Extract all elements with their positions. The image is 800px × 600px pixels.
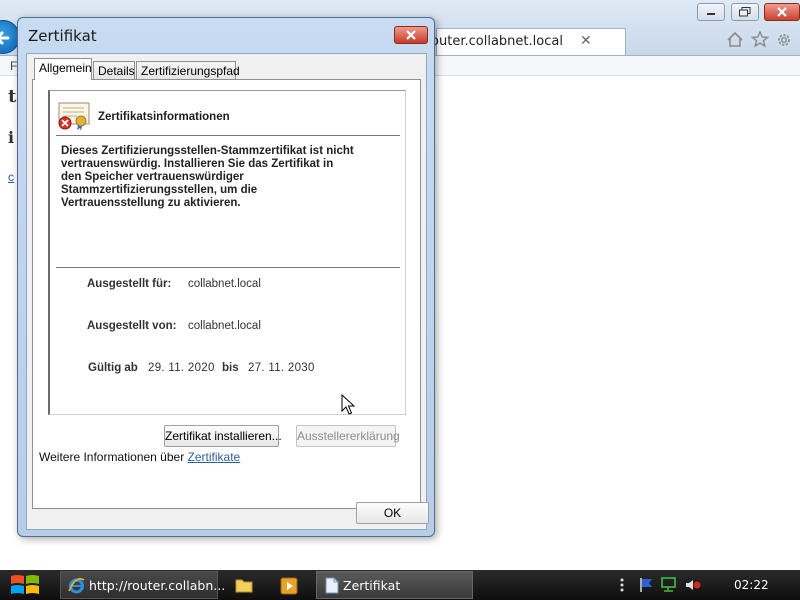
valid-from-label: Gültig ab: [88, 362, 138, 374]
gear-icon[interactable]: [775, 31, 793, 49]
warning-line: den Speicher vertrauenswürdiger: [61, 171, 244, 183]
folder-icon: [235, 579, 253, 593]
dialog-body: Allgemein Details Zertifizierungspfad Ze…: [26, 53, 429, 530]
tab-close-icon[interactable]: ✕: [580, 32, 592, 49]
mouse-pointer-icon: [341, 394, 355, 415]
issuer-statement-button: Ausstellererklärung: [296, 425, 400, 447]
divider: [56, 135, 400, 136]
browser-tab-title: router.collabnet.local: [426, 34, 563, 49]
tab-panel-allgemein: Zertifikatsinformationen Dieses Zertifiz…: [32, 79, 421, 509]
trust-warning-text: Dieses Zertifizierungsstellen-Stammzerti…: [61, 145, 391, 210]
minimize-icon: [707, 13, 715, 15]
browser-close-button[interactable]: [764, 3, 800, 21]
restore-icon: [739, 7, 751, 17]
warning-line: Stammzertifizierungsstellen, um die: [61, 184, 258, 196]
dialog-title: Zertifikat: [28, 27, 97, 45]
issued-to-value: collabnet.local: [188, 278, 261, 290]
certificate-info-heading: Zertifikatsinformationen: [98, 111, 230, 123]
star-icon[interactable]: [751, 31, 769, 48]
action-center-flag-icon[interactable]: [638, 577, 654, 593]
issued-by-value: collabnet.local: [188, 320, 261, 332]
system-clock[interactable]: 02:22: [734, 578, 769, 592]
internet-explorer-icon: [68, 578, 85, 594]
more-info-label: Weitere Informationen über: [39, 450, 188, 464]
close-icon: [777, 7, 787, 17]
taskbar-certificate-label: Zertifikat: [343, 578, 401, 593]
page-link-fragment[interactable]: c: [8, 170, 14, 184]
taskbar: http://router.collabn... Zertifikat: [0, 570, 800, 600]
certificate-dialog: Zertifikat Allgemein Details Zertifizier…: [17, 17, 435, 537]
tab-zertifizierungspfad[interactable]: Zertifizierungspfad: [136, 61, 240, 80]
certificate-error-icon: [58, 102, 90, 131]
volume-muted-icon[interactable]: [684, 577, 702, 593]
page-text-fragment: i: [8, 128, 15, 147]
taskbar-item-explorer[interactable]: [226, 571, 262, 599]
taskbar-item-certificate[interactable]: Zertifikat: [316, 571, 473, 599]
certificates-help-link[interactable]: Zertifikate: [188, 450, 241, 464]
divider: [56, 267, 400, 268]
install-certificate-button[interactable]: Zertifikat installieren...: [164, 425, 282, 447]
warning-line: Vertrauensstellung zu aktivieren.: [61, 197, 241, 209]
taskbar-item-browser[interactable]: http://router.collabn...: [60, 571, 225, 599]
show-hidden-icons-icon[interactable]: [618, 576, 626, 594]
valid-to-value: 27. 11. 2030: [248, 362, 315, 374]
issued-to-label: Ausgestellt für:: [87, 278, 172, 290]
home-icon[interactable]: [726, 31, 744, 48]
warning-line: vertrauenswürdig. Installieren Sie das Z…: [61, 158, 334, 170]
taskbar-item-media-player[interactable]: [272, 571, 308, 599]
windows-logo-icon: [11, 575, 39, 594]
valid-from-value: 29. 11. 2020: [148, 362, 215, 374]
tab-allgemein[interactable]: Allgemein: [34, 58, 92, 80]
issued-by-label: Ausgestellt von:: [87, 320, 177, 332]
ok-button[interactable]: OK: [356, 502, 429, 524]
restore-button[interactable]: [731, 3, 759, 21]
dialog-close-button[interactable]: [394, 26, 428, 44]
warning-line: Dieses Zertifizierungsstellen-Stammzerti…: [61, 145, 354, 157]
document-icon: [325, 577, 339, 594]
valid-to-label: bis: [222, 362, 239, 374]
close-icon: [406, 30, 416, 40]
taskbar-browser-label: http://router.collabn...: [89, 578, 226, 593]
tab-details[interactable]: Details: [93, 61, 135, 80]
more-info-text: Weitere Informationen über Zertifikate: [39, 450, 240, 464]
minimize-button[interactable]: [697, 3, 725, 21]
certificate-info-box: Zertifikatsinformationen Dieses Zertifiz…: [48, 90, 406, 415]
media-player-icon: [280, 577, 298, 595]
network-icon[interactable]: [660, 577, 678, 593]
start-button[interactable]: [0, 570, 46, 600]
